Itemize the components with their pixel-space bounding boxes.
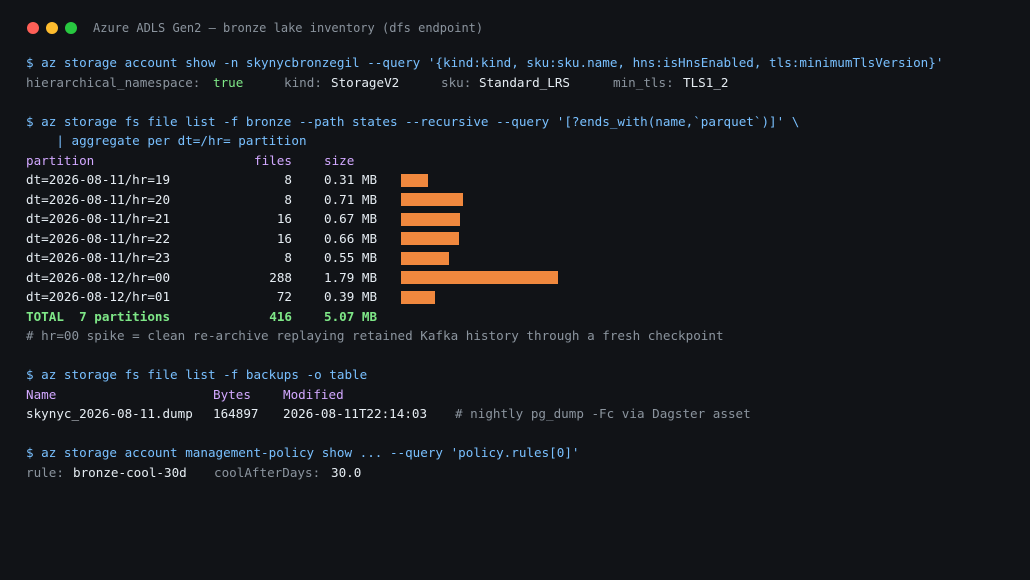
header-files: files xyxy=(254,152,292,168)
partition-row: dt=2026-08-12/hr=00 288 1.79 MB xyxy=(26,268,1030,288)
backup-name: skynyc_2026-08-11.dump xyxy=(26,406,193,421)
header-modified: Modified xyxy=(283,386,344,402)
partition-row: dt=2026-08-12/hr=01 72 0.39 MB xyxy=(26,287,1030,307)
partition-row: dt=2026-08-11/hr=21 16 0.67 MB xyxy=(26,209,1030,229)
partition-size-bar xyxy=(401,193,463,206)
terminal-window: Azure ADLS Gen2 — bronze lake inventory … xyxy=(0,0,1030,540)
minimize-button[interactable] xyxy=(46,22,58,34)
tls-key: min_tls: xyxy=(613,74,674,90)
partition-row: dt=2026-08-11/hr=20 8 0.71 MB xyxy=(26,190,1030,210)
kind-key: kind: xyxy=(284,74,322,90)
partition-name: dt=2026-08-11/hr=22 xyxy=(26,230,171,246)
backups-table-header: Name Bytes Modified xyxy=(26,385,1030,405)
partition-name: dt=2026-08-11/hr=21 xyxy=(26,211,171,226)
hns-key: hierarchical_namespace: xyxy=(26,74,201,90)
total-size: 5.07 MB xyxy=(324,308,378,324)
cool-value: 30.0 xyxy=(331,464,362,480)
partition-name: dt=2026-08-11/hr=20 xyxy=(26,191,171,207)
partition-size-bar xyxy=(401,212,460,226)
partition-size: 0.71 MB xyxy=(324,191,378,207)
backups-row: skynyc_2026-08-11.dump 164897 2026-08-11… xyxy=(26,404,1030,424)
hns-value: true xyxy=(213,74,244,90)
window-title: Azure ADLS Gen2 — bronze lake inventory … xyxy=(93,21,484,35)
partition-size: 0.66 MB xyxy=(324,230,378,246)
partition-size: 0.39 MB xyxy=(324,289,378,304)
tls-value: TLS1_2 xyxy=(683,74,729,90)
title-bar: Azure ADLS Gen2 — bronze lake inventory … xyxy=(0,0,1030,58)
spike-comment: # hr=00 spike = clean re-archive replayi… xyxy=(26,328,724,343)
backup-bytes: 164897 xyxy=(213,406,259,421)
backup-comment: # nightly pg_dump -Fc via Dagster asset xyxy=(455,406,751,421)
policy-output: rule: bronze-cool-30d coolAfterDays: 30.… xyxy=(26,463,1030,483)
backups-command: $ az storage fs file list -f backups -o … xyxy=(26,367,368,382)
partition-row: dt=2026-08-11/hr=19 8 0.31 MB xyxy=(26,170,1030,190)
partition-size: 0.55 MB xyxy=(324,250,378,265)
header-name: Name xyxy=(26,386,57,402)
header-partition: partition xyxy=(26,152,95,168)
header-size: size xyxy=(324,152,355,168)
partition-files: 8 xyxy=(284,191,292,207)
header-bytes: Bytes xyxy=(213,386,251,402)
partition-name: dt=2026-08-12/hr=00 xyxy=(26,269,171,285)
rule-key: rule: xyxy=(26,464,64,480)
account-show-output: hierarchical_namespace: true kind: Stora… xyxy=(26,73,1030,93)
partition-name: dt=2026-08-11/hr=23 xyxy=(26,250,171,265)
partition-row: dt=2026-08-11/hr=22 16 0.66 MB xyxy=(26,229,1030,249)
kind-value: StorageV2 xyxy=(331,74,400,90)
partition-files: 72 xyxy=(276,289,292,304)
total-row: TOTAL 7 partitions 416 5.07 MB xyxy=(26,307,1030,327)
sku-value: Standard_LRS xyxy=(479,74,570,90)
partition-size-bar xyxy=(401,232,459,245)
partition-files: 16 xyxy=(276,211,292,226)
partition-size: 0.31 MB xyxy=(324,172,378,187)
partition-row: dt=2026-08-11/hr=23 8 0.55 MB xyxy=(26,248,1030,268)
total-files: 416 xyxy=(269,308,292,324)
partition-size-bar xyxy=(401,251,449,265)
partition-size-bar xyxy=(401,290,435,304)
partition-files: 8 xyxy=(284,250,292,265)
partition-files: 16 xyxy=(276,230,292,246)
account-show-command: $ az storage account show -n skynycbronz… xyxy=(26,55,944,70)
partition-rows: dt=2026-08-11/hr=19 8 0.31 MB dt=2026-08-11… xyxy=(26,170,1030,307)
partition-name: dt=2026-08-11/hr=19 xyxy=(26,172,171,187)
maximize-button[interactable] xyxy=(65,22,77,34)
partition-size: 0.67 MB xyxy=(324,211,378,226)
partition-size-bar xyxy=(401,271,558,284)
partition-size: 1.79 MB xyxy=(324,269,378,285)
partition-name: dt=2026-08-12/hr=01 xyxy=(26,289,171,304)
rule-value: bronze-cool-30d xyxy=(73,464,187,480)
partition-files: 288 xyxy=(269,269,292,285)
cool-key: coolAfterDays: xyxy=(214,464,321,480)
partition-files: 8 xyxy=(284,172,292,187)
partition-table-header: partition files size xyxy=(26,151,1030,171)
partition-size-bar xyxy=(401,173,428,187)
total-label: TOTAL 7 partitions xyxy=(26,308,171,324)
policy-command: $ az storage account management-policy s… xyxy=(26,445,580,460)
close-button[interactable] xyxy=(27,22,39,34)
backup-modified: 2026-08-11T22:14:03 xyxy=(283,406,428,421)
fs-list-command-continuation: | aggregate per dt=/hr= partition xyxy=(26,133,307,148)
sku-key: sku: xyxy=(441,74,472,90)
fs-list-command: $ az storage fs file list -f bronze --pa… xyxy=(26,113,800,129)
terminal-output[interactable]: $ az storage account show -n skynycbronz… xyxy=(26,53,1030,482)
